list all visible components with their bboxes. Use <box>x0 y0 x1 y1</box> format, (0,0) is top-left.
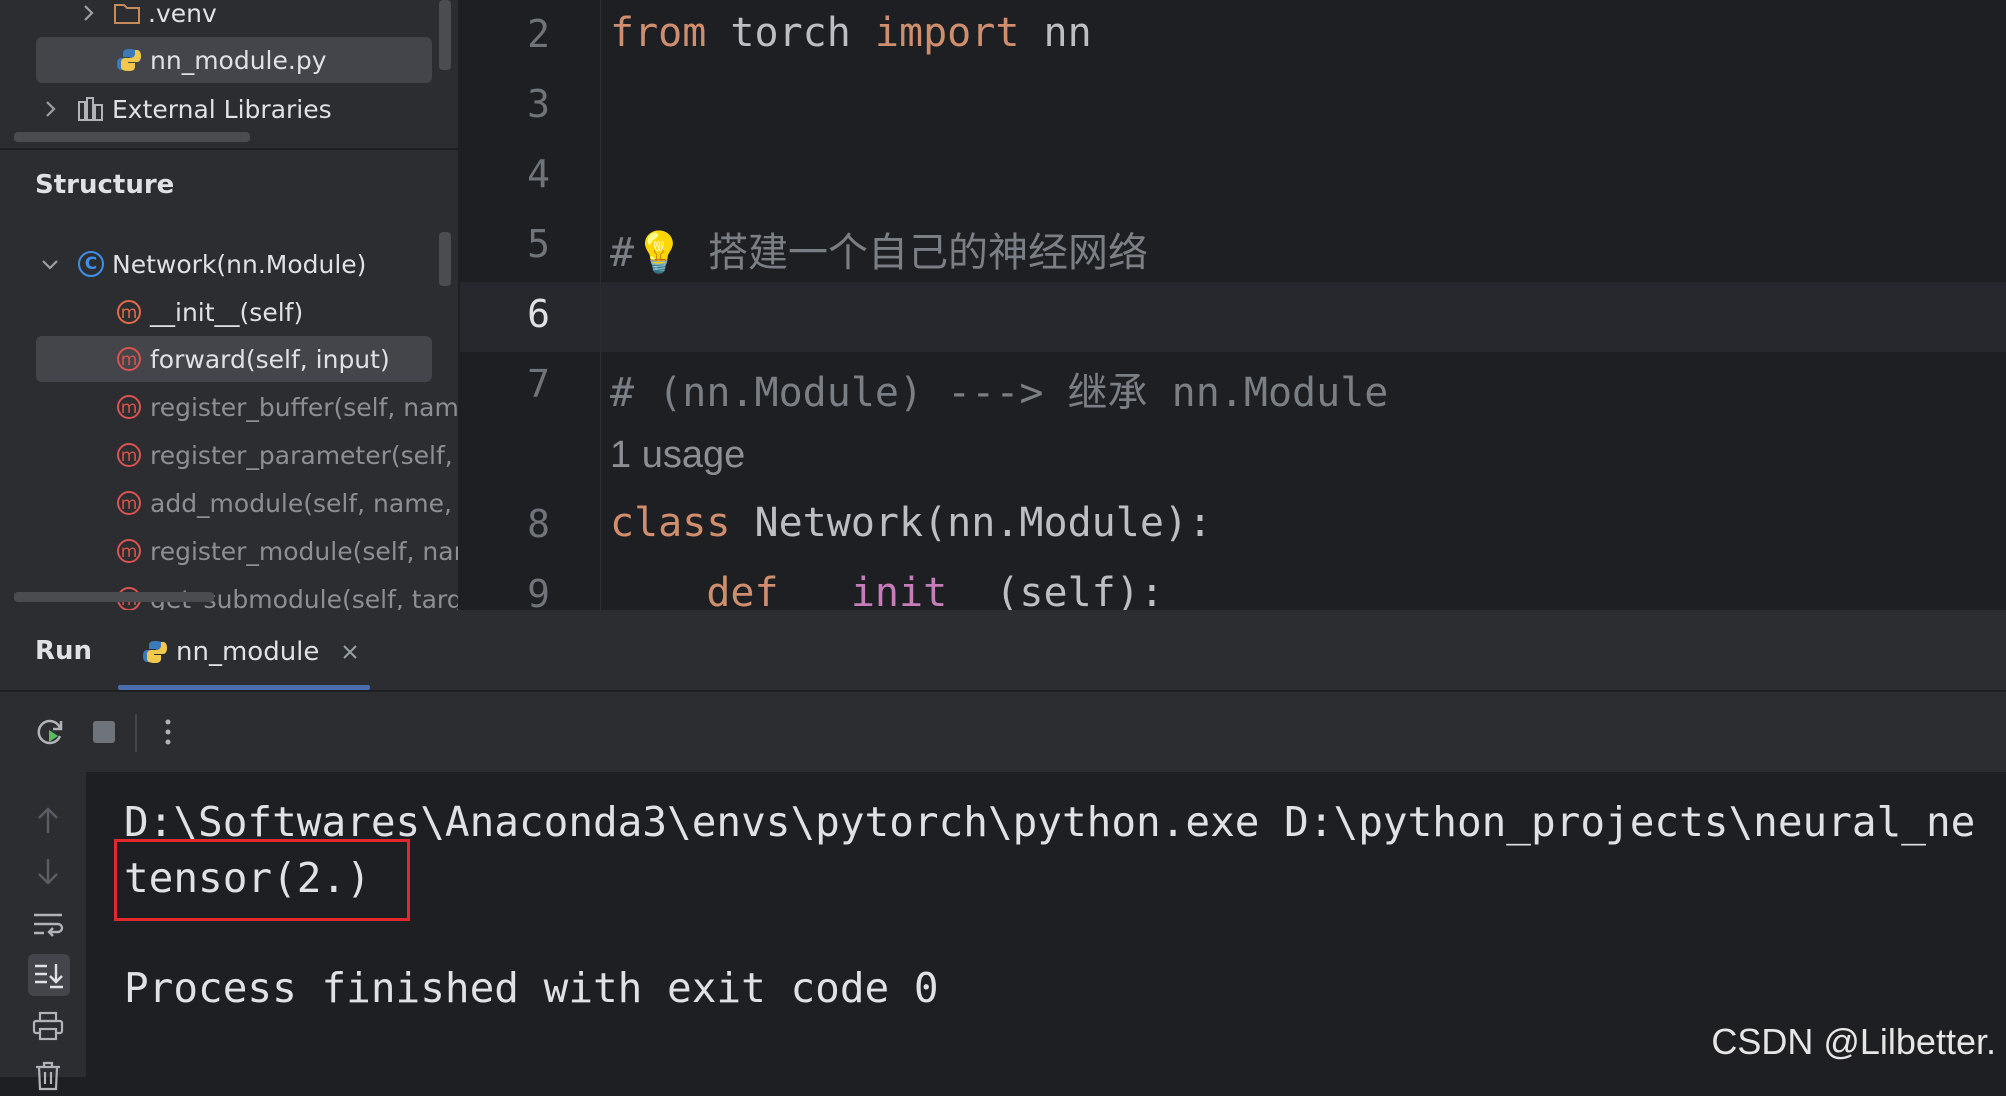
structure-member-selected[interactable]: m forward(self, input) <box>36 336 432 382</box>
print-button[interactable] <box>28 1006 68 1046</box>
library-icon <box>76 94 106 124</box>
print-icon <box>32 1011 64 1041</box>
project-hscrollbar[interactable] <box>14 132 250 142</box>
code-line-9[interactable]: def __init__(self): <box>610 570 1164 610</box>
close-icon[interactable] <box>341 643 359 661</box>
line-number: 7 <box>527 362 550 406</box>
tree-item-label: .venv <box>148 0 217 28</box>
scroll-down-button[interactable] <box>28 852 68 892</box>
tree-item-venv[interactable]: .venv <box>76 0 217 36</box>
scroll-to-end-icon <box>35 964 63 989</box>
annotation-box <box>114 839 410 921</box>
chevron-right-icon[interactable] <box>38 97 62 121</box>
tree-item-label: External Libraries <box>112 94 332 124</box>
run-header: Run nn_module <box>0 610 2006 692</box>
console-line: Process finished with exit code 0 <box>124 964 939 1012</box>
folder-icon <box>112 0 142 28</box>
class-icon: C <box>76 249 106 279</box>
clear-button[interactable] <box>28 1056 68 1096</box>
arrow-down-icon <box>38 859 58 885</box>
structure-title: Structure <box>35 170 175 200</box>
toolbar-divider <box>135 714 137 752</box>
line-number: 5 <box>527 222 550 266</box>
structure-member-label: forward(self, input) <box>150 344 390 374</box>
soft-wrap-icon <box>34 913 64 937</box>
method-icon: m <box>114 536 144 566</box>
method-override-icon: m <box>114 297 144 327</box>
python-icon <box>140 637 170 667</box>
trash-icon <box>36 1061 60 1091</box>
scroll-up-button[interactable] <box>28 800 68 840</box>
structure-member-label: register_parameter(self, na <box>150 440 460 470</box>
structure-member-label: add_module(self, name, mo <box>150 488 458 518</box>
structure-member-label: register_buffer(self, name, <box>150 392 460 422</box>
more-vertical-icon <box>165 719 171 745</box>
code-line-7-comment[interactable]: # (nn.Module) ---> 继承 nn.Module <box>610 360 1388 418</box>
structure-member-label: register_module(self, name <box>150 536 460 566</box>
stop-icon <box>93 721 115 743</box>
run-toolbar <box>0 692 2006 772</box>
line-number: 9 <box>527 572 550 610</box>
code-editor[interactable]: 2 3 4 5 6 7 8 9 from torch import nn #💡 … <box>460 0 2006 610</box>
left-panel: .venv nn_module.py External Libraries St… <box>0 0 460 610</box>
python-file-icon <box>114 45 144 75</box>
line-number-active: 6 <box>527 292 550 336</box>
structure-member-label: __init__(self) <box>150 297 304 327</box>
usage-hint[interactable]: 1 usage <box>610 434 745 477</box>
line-number: 4 <box>527 152 550 196</box>
project-scrollbar[interactable] <box>439 0 451 70</box>
method-icon: m <box>114 440 144 470</box>
gutter-separator <box>600 0 601 610</box>
code-line-5-comment[interactable]: #💡 搭建一个自己的神经网络 <box>610 220 1148 278</box>
line-number: 8 <box>527 502 550 546</box>
structure-root-label: Network(nn.Module) <box>112 249 367 279</box>
panel-divider[interactable] <box>0 148 458 150</box>
line-number: 3 <box>527 82 550 126</box>
chevron-right-icon[interactable] <box>76 1 100 25</box>
run-title: Run <box>35 636 93 666</box>
active-tab-indicator <box>118 685 370 690</box>
tree-item-label: nn_module.py <box>150 45 327 75</box>
current-line-highlight <box>460 282 2006 352</box>
stop-button[interactable] <box>84 712 124 752</box>
run-tab-label: nn_module <box>176 637 320 667</box>
soft-wrap-button[interactable] <box>28 904 68 944</box>
rerun-icon <box>37 719 63 745</box>
rerun-button[interactable] <box>30 712 70 752</box>
method-icon: m <box>114 344 144 374</box>
method-icon: m <box>114 392 144 422</box>
code-line-8[interactable]: class Network(nn.Module): <box>610 500 1212 546</box>
scroll-to-end-button[interactable] <box>28 954 70 996</box>
more-options-button[interactable] <box>148 712 188 752</box>
tree-item-external-libraries[interactable]: External Libraries <box>38 86 332 132</box>
code-line-2[interactable]: from torch import nn <box>610 10 1092 56</box>
structure-member[interactable]: m add_module(self, name, mo <box>114 480 458 526</box>
run-panel: Run nn_module D:\Softwares\Anaconda3\env… <box>0 610 2006 1091</box>
structure-root[interactable]: C Network(nn.Module) <box>38 241 366 287</box>
structure-member[interactable]: m register_buffer(self, name, <box>114 384 460 430</box>
watermark: CSDN @Lilbetter. <box>1711 1021 1996 1062</box>
arrow-up-icon <box>38 807 58 833</box>
tree-item-nn-module-py[interactable]: nn_module.py <box>36 37 432 83</box>
run-tab[interactable]: nn_module <box>140 630 359 674</box>
structure-hscrollbar[interactable] <box>14 592 214 602</box>
structure-member[interactable]: m __init__(self) <box>114 289 303 335</box>
structure-member[interactable]: m register_parameter(self, na <box>114 432 460 478</box>
run-sidebar <box>0 772 86 1091</box>
structure-scrollbar[interactable] <box>439 232 451 286</box>
method-icon: m <box>114 488 144 518</box>
structure-member[interactable]: m register_module(self, name <box>114 528 460 574</box>
line-number: 2 <box>527 12 550 56</box>
chevron-down-icon[interactable] <box>38 252 62 276</box>
